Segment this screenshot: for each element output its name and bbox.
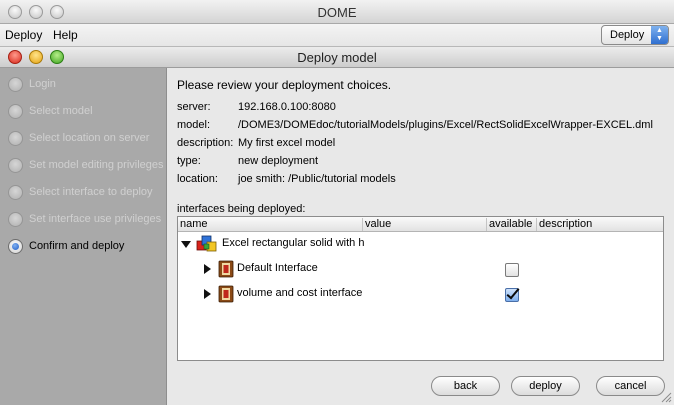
detail-value-server: 192.168.0.100:8080 [238,101,336,113]
back-button[interactable]: back [431,376,500,396]
detail-key-type: type: [177,155,201,167]
step-radio [8,185,23,200]
detail-value-description: My first excel model [238,137,336,149]
interfaces-table[interactable]: name value available description Excel r… [177,216,664,361]
interface-name: volume and cost interface [237,287,363,299]
app-titlebar: DOME [0,0,674,24]
expand-right-triangle-icon[interactable] [204,289,211,299]
expand-right-triangle-icon[interactable] [204,264,211,274]
detail-key-description: description: [177,137,234,149]
table-row-interface[interactable]: Default Interface [178,258,663,280]
step-select-location: Select location on server [8,131,168,147]
detail-value-model: /DOME3/DOMEdoc/tutorialModels/plugins/Ex… [238,119,653,131]
review-heading: Please review your deployment choices. [177,78,392,92]
detail-key-location: location: [177,173,218,185]
available-checkbox-checked[interactable] [505,288,519,302]
deploy-button[interactable]: deploy [511,376,580,396]
menu-deploy[interactable]: Deploy [5,28,42,42]
step-radio-selected [8,239,23,254]
step-label: Select location on server [29,132,150,144]
column-available[interactable]: available [486,218,536,231]
step-use-privileges: Set interface use privileges [8,212,168,228]
detail-value-location: joe smith: /Public/tutorial models [238,173,396,185]
step-login: Login [8,77,168,93]
cancel-button[interactable]: cancel [596,376,665,396]
model-name: Excel rectangular solid with h [222,237,365,249]
resize-grip-icon[interactable] [660,391,672,403]
app-title: DOME [317,5,357,20]
table-header: name value available description [178,217,663,232]
step-confirm-and-deploy: Confirm and deploy [8,239,168,255]
step-label: Set model editing privileges [29,159,164,171]
updown-arrows-icon: ▲ ▼ [651,26,668,44]
menu-help[interactable]: Help [53,28,78,42]
interface-name: Default Interface [237,262,318,274]
step-label: Set interface use privileges [29,213,162,225]
step-label: Confirm and deploy [29,240,125,252]
interface-icon [218,260,234,278]
step-editing-privileges: Set model editing privileges [8,158,168,174]
mode-select[interactable]: Deploy ▲ ▼ [601,25,669,45]
step-radio [8,77,23,92]
dialog-titlebar: Deploy model [0,47,674,68]
available-checkbox[interactable] [505,263,519,277]
table-row-interface[interactable]: volume and cost interface [178,283,663,305]
column-description[interactable]: description [536,218,663,231]
step-radio [8,212,23,227]
step-label: Select interface to deploy [29,186,153,198]
table-row-model[interactable]: Excel rectangular solid with h [178,233,663,255]
step-label: Login [29,78,56,90]
interface-icon [218,285,234,303]
column-value[interactable]: value [362,218,487,231]
detail-value-type: new deployment [238,155,319,167]
interfaces-label: interfaces being deployed: [177,203,306,215]
wizard-steps: Login Select model Select location on se… [0,68,167,405]
step-label: Select model [29,105,93,117]
confirm-panel: Please review your deployment choices. s… [168,68,674,405]
step-select-model: Select model [8,104,168,120]
mode-select-value: Deploy [610,29,645,41]
step-select-interface: Select interface to deploy [8,185,168,201]
step-radio [8,104,23,119]
detail-key-server: server: [177,101,211,113]
expand-down-triangle-icon[interactable] [181,241,191,248]
detail-key-model: model: [177,119,211,131]
step-radio [8,131,23,146]
dialog-title: Deploy model [297,50,377,65]
menubar: Deploy Help Deploy ▲ ▼ [0,24,674,47]
column-name[interactable]: name [178,218,362,231]
step-radio [8,158,23,173]
model-cube-icon [196,235,217,252]
